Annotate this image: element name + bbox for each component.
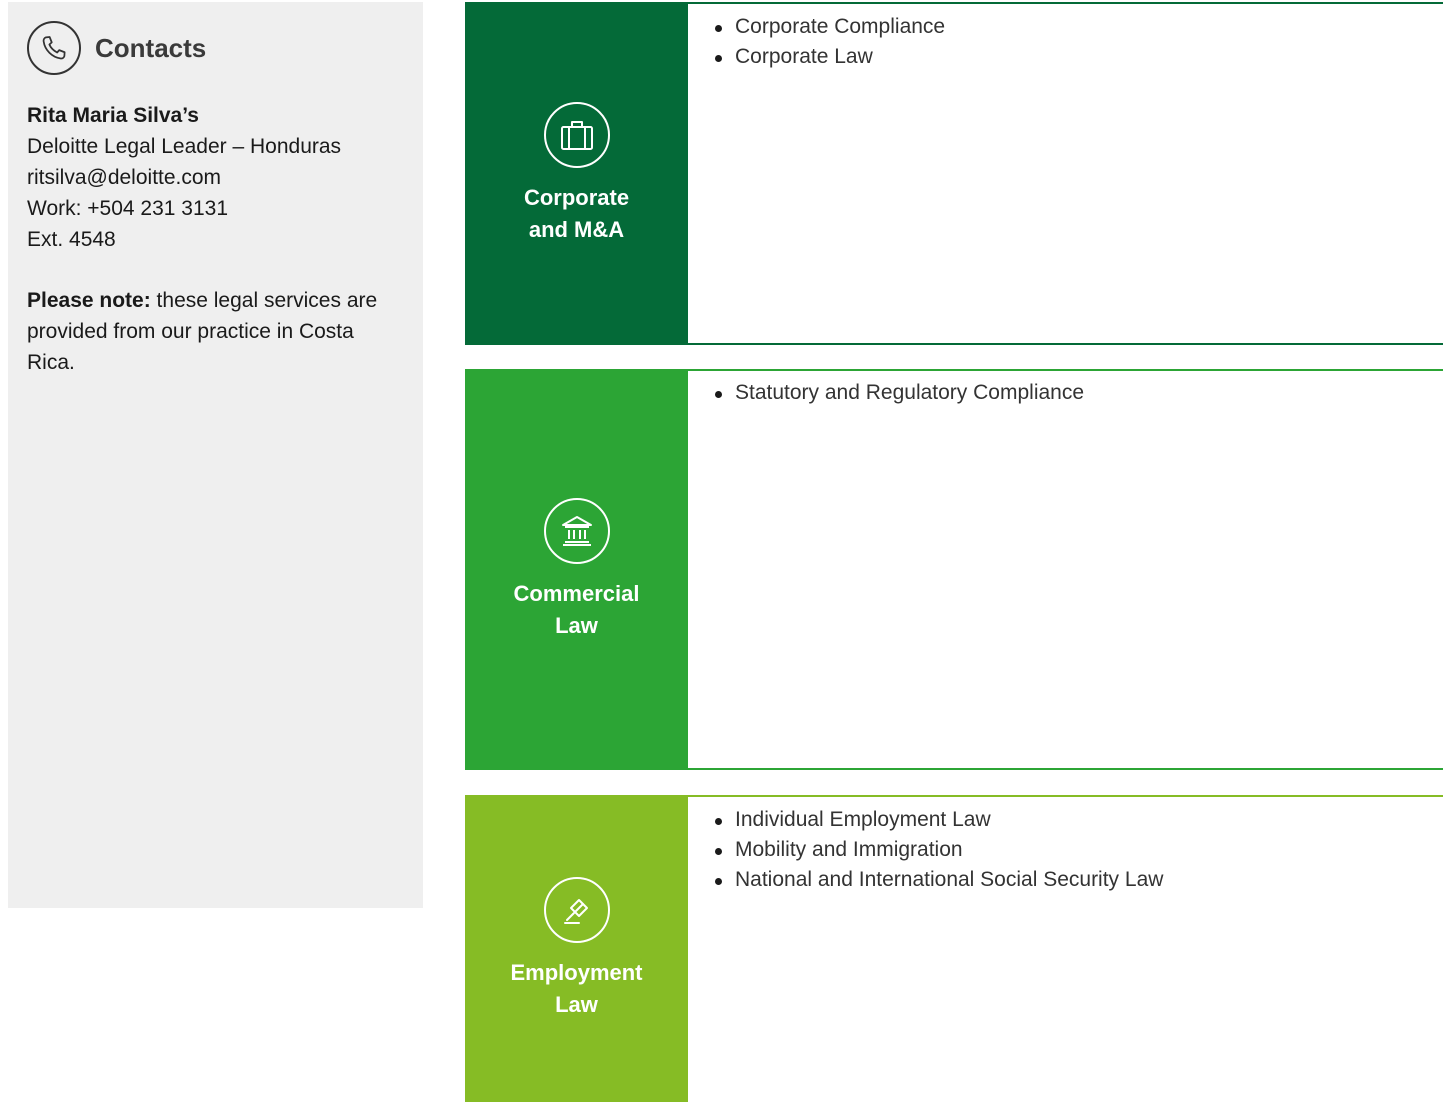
service-item: Corporate Compliance: [713, 12, 945, 42]
bank-building-icon: [543, 497, 610, 564]
contacts-panel: Contacts Rita Maria Silva’s Deloitte Leg…: [8, 2, 423, 908]
practice-title-line: Law: [555, 991, 598, 1017]
contact-name: Rita Maria Silva’s: [27, 104, 199, 127]
service-item: National and International Social Securi…: [713, 865, 1163, 895]
practice-title-line: Employment: [510, 959, 643, 985]
services-list: Statutory and Regulatory Compliance: [713, 378, 1084, 408]
practice-commercial: Commercial Law Statutory and Regulatory …: [465, 369, 1443, 770]
briefcase-icon: [543, 101, 610, 168]
practice-title: Employment Law: [492, 957, 662, 1021]
services-list: Individual Employment Law Mobility and I…: [713, 805, 1163, 895]
contact-email[interactable]: ritsilva@deloitte.com: [27, 162, 407, 193]
contacts-header: Contacts: [27, 20, 206, 76]
contact-work-phone: Work: +504 231 3131: [27, 197, 229, 220]
practice-panel: Corporate and M&A: [465, 2, 688, 345]
service-item: Statutory and Regulatory Compliance: [713, 378, 1084, 408]
practice-title-line: Commercial: [513, 580, 640, 606]
contact-details: Rita Maria Silva’s Deloitte Legal Leader…: [27, 100, 407, 255]
practice-title-line: Law: [555, 612, 598, 638]
services-list: Corporate Compliance Corporate Law: [713, 12, 945, 72]
note-label: Please note:: [27, 289, 151, 312]
gavel-icon: [543, 876, 610, 943]
service-item: Mobility and Immigration: [713, 835, 1163, 865]
practice-title-line: Corporate: [523, 184, 630, 210]
contact-role: Deloitte Legal Leader – Honduras: [27, 135, 342, 158]
practice-corporate: Corporate and M&A Corporate Compliance C…: [465, 2, 1443, 345]
contact-note: Please note: these legal services are pr…: [27, 285, 407, 378]
phone-icon: [27, 21, 81, 75]
practice-title: Commercial Law: [492, 578, 662, 642]
practice-title-line: and M&A: [528, 216, 625, 242]
contact-extension: Ext. 4548: [27, 228, 116, 251]
service-item: Individual Employment Law: [713, 805, 1163, 835]
practice-title: Corporate and M&A: [492, 182, 662, 246]
contacts-title: Contacts: [95, 32, 207, 63]
practice-panel: Commercial Law: [465, 369, 688, 770]
practice-panel: Employment Law: [465, 795, 688, 1102]
practice-employment: Employment Law Individual Employment Law…: [465, 795, 1443, 1102]
service-item: Corporate Law: [713, 42, 945, 72]
